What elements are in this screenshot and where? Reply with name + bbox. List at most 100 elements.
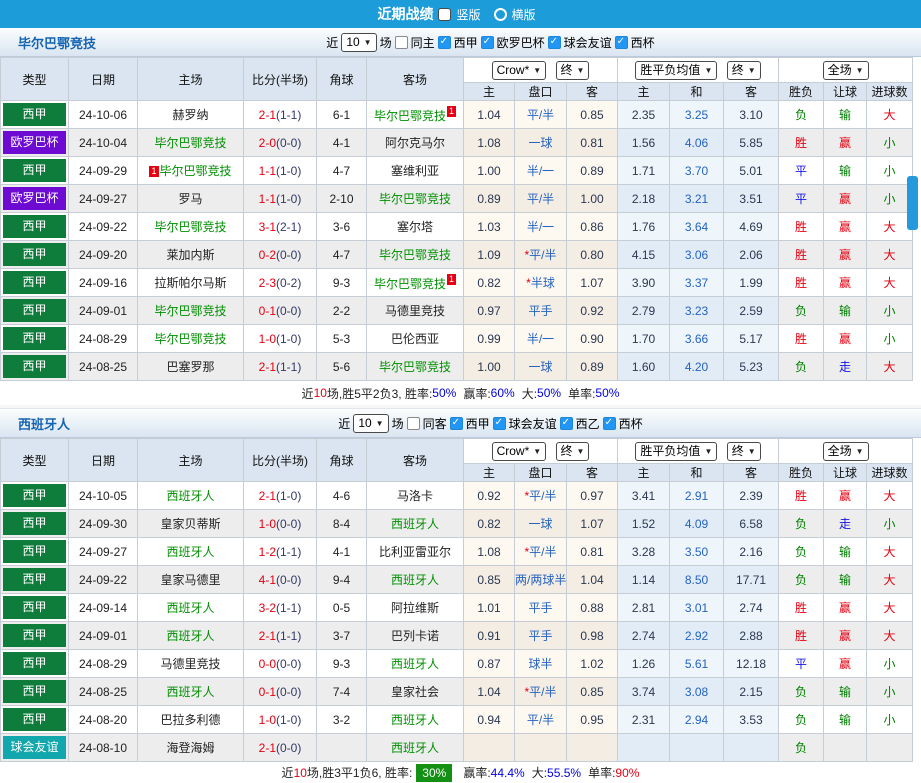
odds-handicap-cell: 一球 [514, 509, 567, 538]
match-count-value: 10 [358, 415, 372, 430]
avg-type-select[interactable]: 胜平负均值 ▼ [635, 441, 718, 461]
score-cell: 1-0(1-0) [243, 324, 317, 353]
result-handicap-cell: 赢 [823, 212, 868, 241]
result-handicap-cell: 赢 [823, 184, 868, 213]
away-team-cell: 马洛卡 [366, 481, 464, 510]
league-checkbox-europa[interactable] [480, 35, 494, 49]
odds-provider-select[interactable]: Crow* ▼ [491, 441, 547, 461]
league-checkbox-copa[interactable] [602, 416, 616, 430]
odds-term-select[interactable]: 终 ▼ [555, 441, 590, 461]
chevron-down-icon: ▼ [576, 65, 585, 75]
league-checkbox-friendly[interactable] [547, 35, 561, 49]
col-avg-away: 客 [723, 82, 780, 101]
score-cell: 1-0(0-0) [243, 509, 317, 538]
score-cell: 3-2(1-1) [243, 593, 317, 622]
fulltime-score: 0-2 [258, 247, 276, 262]
avg-term-value: 终 [731, 443, 744, 458]
team-name: 西班牙人 [18, 416, 71, 432]
avg-away-cell: 4.69 [723, 212, 780, 241]
halftime-score: (0-0) [276, 135, 302, 150]
section-header: 毕尔巴鄂竞技 近 10▼ 场 同主 西甲 欧罗巴杯 球会友谊 西杯 [0, 28, 921, 57]
col-avg-home: 主 [617, 82, 671, 101]
league-checkbox-laliga[interactable] [437, 35, 451, 49]
corner-cell: 3-2 [316, 705, 367, 734]
league-checkbox-segunda[interactable] [559, 416, 573, 430]
match-count-select[interactable]: 10 ▼ [341, 32, 377, 52]
avg-term-select[interactable]: 终 ▼ [726, 441, 761, 461]
scope-select-group: 全场 ▼ [778, 57, 914, 83]
result-handicap-cell: 输 [823, 537, 868, 566]
league-checkbox-friendly[interactable] [492, 416, 506, 430]
league-label-copa: 西杯 [618, 416, 643, 431]
avg-draw-cell: 3.01 [669, 593, 725, 622]
same-venue-checkbox[interactable] [406, 416, 420, 430]
avg-draw-cell: 5.61 [669, 649, 725, 678]
avg-draw-cell: 3.25 [669, 100, 725, 129]
league-checkbox-copa[interactable] [614, 35, 628, 49]
team-name-text: 毕尔巴鄂竞技 [154, 304, 227, 318]
team-name-text: 毕尔巴鄂竞技 [154, 220, 227, 234]
avg-away-cell: 3.10 [723, 100, 780, 129]
odds-away-cell: 0.98 [565, 621, 619, 650]
score-cell: 0-1(0-0) [243, 677, 317, 706]
avg-away-cell [723, 733, 780, 762]
halftime-score: (0-0) [276, 740, 302, 755]
chevron-down-icon: ▼ [576, 446, 585, 456]
home-team-cell: 马德里竞技 [137, 649, 244, 678]
col-odds-home: 主 [463, 82, 515, 101]
odds-away-cell: 0.92 [565, 296, 619, 325]
col-date: 日期 [68, 438, 138, 482]
result-goals-cell: 小 [866, 296, 914, 325]
league-badge: 西甲 [3, 299, 66, 322]
handicap-text: 平/半 [529, 685, 557, 699]
result-goals-cell: 小 [866, 324, 914, 353]
corner-cell: 0-5 [316, 593, 367, 622]
home-team-cell: 毕尔巴鄂竞技 [137, 324, 244, 353]
same-venue-checkbox[interactable] [394, 35, 408, 49]
scrollbar-thumb[interactable] [907, 176, 918, 230]
away-team-cell: 毕尔巴鄂竞技 [366, 352, 464, 381]
odds-provider-select[interactable]: Crow* ▼ [491, 60, 547, 80]
league-label-laliga: 西甲 [465, 416, 490, 431]
scope-select[interactable]: 全场 ▼ [822, 60, 869, 80]
score-cell: 1-1(1-0) [243, 156, 317, 185]
match-count-select[interactable]: 10 ▼ [353, 413, 389, 433]
odds-term-select[interactable]: 终 ▼ [555, 60, 590, 80]
layout-horizontal-radio[interactable] [493, 7, 507, 21]
score-cell: 0-2(0-0) [243, 240, 317, 269]
league-badge: 西甲 [3, 243, 66, 266]
date-cell: 24-09-14 [68, 593, 138, 622]
avg-type-select[interactable]: 胜平负均值 ▼ [635, 60, 718, 80]
fulltime-score: 2-1 [258, 488, 276, 503]
avg-draw-cell: 2.94 [669, 705, 725, 734]
avg-away-cell: 5.23 [723, 352, 780, 381]
result-goals-cell: 大 [866, 240, 914, 269]
date-cell: 24-09-27 [68, 184, 138, 213]
team-name-text: 西班牙人 [166, 545, 215, 559]
result-handicap-cell: 输 [823, 677, 868, 706]
summary-win-pct: 60% [490, 386, 515, 400]
type-cell: 西甲 [0, 593, 69, 622]
fulltime-score: 3-2 [258, 600, 276, 615]
layout-vertical-radio[interactable] [438, 7, 452, 21]
type-cell: 西甲 [0, 677, 69, 706]
avg-term-select[interactable]: 终 ▼ [726, 60, 761, 80]
league-checkbox-laliga[interactable] [449, 416, 463, 430]
team-name-text: 毕尔巴鄂竞技 [159, 164, 232, 178]
col-res-handicap: 让球 [823, 82, 868, 101]
result-handicap-cell: 赢 [823, 621, 868, 650]
corner-cell: 9-3 [316, 649, 367, 678]
result-goals-cell [866, 733, 914, 762]
match-row: 西甲 24-08-25 巴塞罗那 2-1(1-1) 5-6 毕尔巴鄂竞技 1.00 一球 0.8… [0, 352, 914, 381]
corner-cell: 4-1 [316, 128, 367, 157]
col-away: 客场 [366, 438, 464, 482]
handicap-text: 一球 [528, 360, 553, 374]
team-name-text: 西班牙人 [166, 629, 215, 643]
league-badge: 西甲 [3, 652, 66, 675]
avg-draw-cell: 2.91 [669, 481, 725, 510]
scope-select[interactable]: 全场 ▼ [822, 441, 869, 461]
odds-handicap-cell: 一球 [514, 128, 567, 157]
avg-draw-cell: 8.50 [669, 565, 725, 594]
date-cell: 24-10-06 [68, 100, 138, 129]
col-type: 类型 [0, 57, 69, 101]
